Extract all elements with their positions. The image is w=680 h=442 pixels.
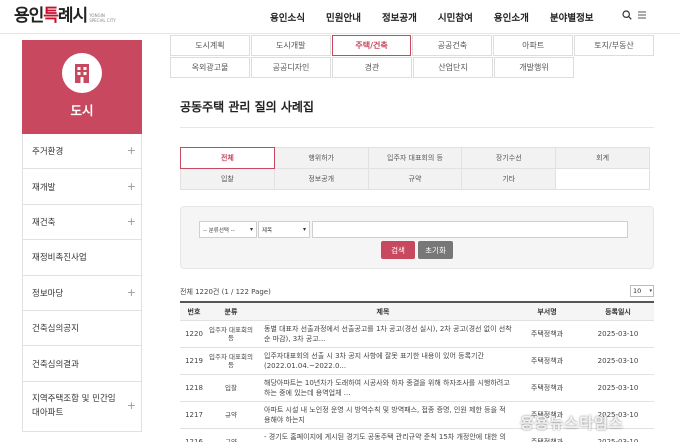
category-all[interactable]: 전체 <box>180 147 275 169</box>
sidebar-title: 도시 <box>70 103 94 118</box>
row-title-link[interactable]: 입주자대표회의 선출 시 3차 공지 사항에 잘못 표기한 내용이 있어 등록기… <box>254 348 512 374</box>
table-header-row: 번호 분류 제목 부서명 등록일시 <box>180 303 654 321</box>
header-icons <box>622 10 646 20</box>
page-title: 공동주택 관리 질의 사례집 <box>180 100 314 114</box>
building-icon <box>75 64 89 83</box>
column-header: 제목 <box>254 303 512 320</box>
row-category: 입주자 대표회의 등 <box>209 326 253 342</box>
search-box: -- 분류선택 -- ▾ 제목 ▾ 검색 초기화 <box>180 206 654 269</box>
row-date: 2025-03-10 <box>597 357 639 365</box>
sidebar-item-residential[interactable]: 주거환경 + <box>22 134 142 170</box>
category-bidding[interactable]: 입찰 <box>180 168 275 190</box>
row-department: 주택정책과 <box>530 357 564 365</box>
plus-icon: + <box>126 214 136 228</box>
chevron-down-icon: ▾ <box>302 226 306 233</box>
tab-public-building[interactable]: 공공건축 <box>412 35 493 56</box>
row-title-link[interactable]: - 경기도 홈페이지에 게시된 경기도 공동주택 관리규약 준칙 15차 개정안… <box>254 429 512 442</box>
row-category: 입주자 대표회의 등 <box>209 353 253 369</box>
reset-button[interactable]: 초기화 <box>418 241 453 259</box>
table-row: 1219 입주자 대표회의 등 입주자대표회의 선출 시 3차 공지 사항에 잘… <box>180 348 654 375</box>
category-tabs: 전체 행위허가 입주자 대표회의 등 장기수선 회계 입찰 정보공개 규약 기타 <box>180 147 654 190</box>
sidebar-item-info[interactable]: 정보마당 + <box>22 275 142 311</box>
tab-industrial-complex[interactable]: 산업단지 <box>413 57 493 78</box>
plus-icon: + <box>126 399 136 413</box>
sidebar-item-renewal[interactable]: 재정비촉진사업 <box>22 240 142 276</box>
total-count: 전체 1220건 (1 / 122 Page) <box>180 288 271 296</box>
row-number: 1217 <box>185 411 203 419</box>
category-etc[interactable]: 기타 <box>461 168 557 190</box>
row-number: 1216 <box>185 438 203 442</box>
row-title-link[interactable]: 해당아파트는 10년차가 도래하여 시공사와 하자 종결을 위해 하자조사를 시… <box>254 375 512 401</box>
nav-news[interactable]: 용인소식 <box>270 10 305 24</box>
field-select[interactable]: 제목 ▾ <box>258 221 310 238</box>
row-number: 1219 <box>185 357 203 365</box>
divider <box>180 127 654 128</box>
column-header: 분류 <box>208 303 254 320</box>
row-category: 규약 <box>225 438 237 442</box>
sidebar-item-review-result[interactable]: 건축심의결과 <box>22 346 142 382</box>
tab-development-activity[interactable]: 개발행위 <box>494 57 574 78</box>
category-residents-council[interactable]: 입주자 대표회의 등 <box>367 147 463 169</box>
plus-icon: + <box>126 285 136 299</box>
row-category: 규약 <box>225 411 237 419</box>
tab-public-design[interactable]: 공공디자인 <box>251 57 331 78</box>
sub-tabs: 도시계획 도시개발 주택/건축 공공건축 아파트 토지/부동산 옥외광고물 공공… <box>170 35 654 79</box>
row-department: 주택정책과 <box>530 330 564 338</box>
row-category: 입찰 <box>225 384 237 392</box>
row-number: 1218 <box>185 384 203 392</box>
category-empty-cell <box>555 168 650 190</box>
sidebar-header: 도시 <box>22 40 142 134</box>
nav-info[interactable]: 정보공개 <box>382 10 417 24</box>
search-input[interactable] <box>312 221 628 238</box>
row-title-link[interactable]: 동별 대표자 선출과정에서 선출공고를 1차 공고(경선 실시), 2차 공고(… <box>254 321 512 347</box>
plus-icon: + <box>126 179 136 193</box>
site-logo[interactable]: 용인특례시 YONGIN SPECIAL CITY <box>14 6 117 26</box>
table-row: 1218 입찰 해당아파트는 10년차가 도래하여 시공사와 하자 종결을 위해… <box>180 375 654 402</box>
row-date: 2025-03-10 <box>597 330 639 338</box>
row-department: 주택정책과 <box>530 384 564 392</box>
nav-participation[interactable]: 시민참여 <box>438 10 473 24</box>
category-accounting[interactable]: 회계 <box>555 147 650 169</box>
column-header: 부서명 <box>512 303 582 320</box>
tab-housing-building[interactable]: 주택/건축 <box>331 35 412 56</box>
chevron-down-icon: ▾ <box>249 226 253 233</box>
sidebar-item-reconstruction[interactable]: 재건축 + <box>22 204 142 241</box>
logo-subtitle: YONGIN SPECIAL CITY <box>89 13 116 23</box>
nav-civil[interactable]: 민원안내 <box>326 10 361 24</box>
category-disclosure[interactable]: 정보공개 <box>273 168 369 190</box>
row-number: 1220 <box>185 330 203 338</box>
tab-land-realestate[interactable]: 토지/부동산 <box>574 35 654 56</box>
main-nav: 용인소식 민원안내 정보공개 시민참여 용인소개 분야별정보 <box>270 0 615 34</box>
sidebar-item-review-notice[interactable]: 건축심의공지 <box>22 310 142 347</box>
tab-apartment[interactable]: 아파트 <box>493 35 574 56</box>
nav-field-info[interactable]: 분야별정보 <box>550 10 594 24</box>
sidebar: 도시 주거환경 + 재개발 + 재건축 + 재정비촉진사업 정보마당 + 건축심의공지 … <box>22 40 142 432</box>
search-button[interactable]: 검색 <box>381 241 415 259</box>
tab-landscape[interactable]: 경관 <box>332 57 412 78</box>
category-rules[interactable]: 규약 <box>367 168 463 190</box>
column-header: 등록일시 <box>582 303 654 320</box>
nav-about[interactable]: 용인소개 <box>494 10 529 24</box>
chevron-down-icon: ▾ <box>649 288 652 294</box>
per-page-select[interactable]: 10 ▾ <box>630 285 654 297</box>
column-header: 번호 <box>180 303 208 320</box>
sidebar-item-redevelopment[interactable]: 재개발 + <box>22 169 142 205</box>
category-long-term-repair[interactable]: 장기수선 <box>461 147 557 169</box>
watermark: 용용뉴스타임스 <box>520 414 624 432</box>
sidebar-item-housing-union[interactable]: 지역주택조합 및 민간임대아파트 + <box>22 381 142 432</box>
plus-icon: + <box>126 144 136 158</box>
search-icon[interactable] <box>622 10 632 20</box>
tab-urban-development[interactable]: 도시개발 <box>250 35 331 56</box>
category-permit[interactable]: 행위허가 <box>273 147 369 169</box>
row-date: 2025-03-10 <box>597 384 639 392</box>
tab-urban-planning[interactable]: 도시계획 <box>170 35 250 56</box>
category-select[interactable]: -- 분류선택 -- ▾ <box>199 221 257 238</box>
menu-icon[interactable] <box>638 11 646 19</box>
site-header: 용인특례시 YONGIN SPECIAL CITY 용인소식 민원안내 정보공개… <box>0 0 680 34</box>
table-row: 1220 입주자 대표회의 등 동별 대표자 선출과정에서 선출공고를 1차 공… <box>180 321 654 348</box>
tab-outdoor-ads[interactable]: 옥외광고물 <box>170 57 250 78</box>
row-title-link[interactable]: 아파트 시설 내 노인정 운영 시 방역수칙 및 방역패스, 접종 증명, 인원… <box>254 402 512 428</box>
